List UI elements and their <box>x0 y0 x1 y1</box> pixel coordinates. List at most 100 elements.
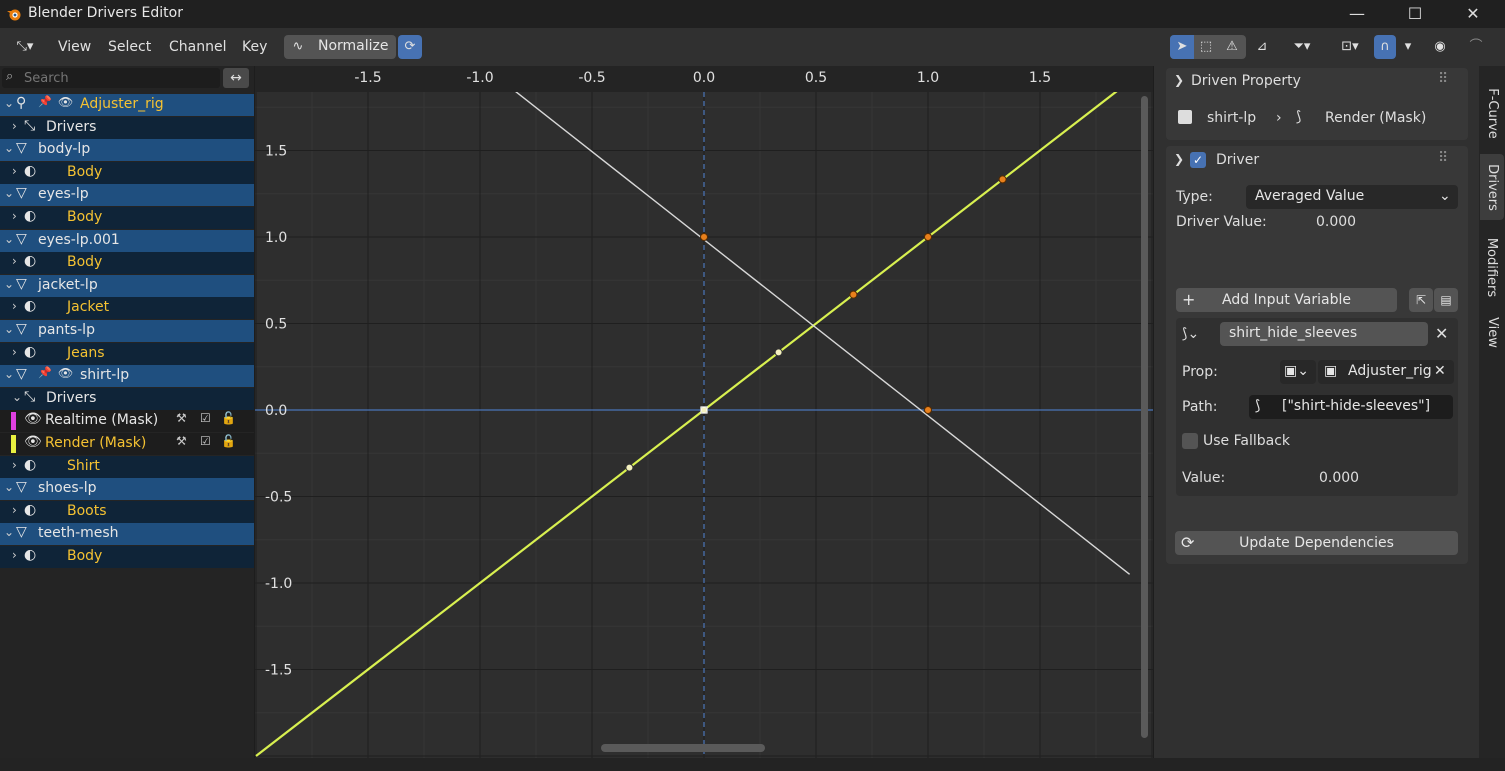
keyframe-point[interactable] <box>774 348 783 357</box>
chevron-down-icon[interactable]: ⌄ <box>4 186 14 200</box>
paste-variables-icon[interactable]: ▤ <box>1434 288 1458 312</box>
pin-icon[interactable]: 📌 <box>38 95 52 108</box>
channel-row[interactable]: ⌄ ▽ pants-lp <box>0 320 254 342</box>
id-type-select[interactable]: ▣⌄ <box>1280 360 1316 384</box>
channel-row[interactable]: › ◐ Shirt <box>0 455 254 478</box>
lock-icon[interactable]: 🔓 <box>221 411 236 425</box>
keyframe-point[interactable] <box>924 406 932 414</box>
channel-row[interactable]: › ◐ Jacket <box>0 297 254 320</box>
only-errors-icon[interactable]: ⚠ <box>1220 35 1244 59</box>
path-field[interactable]: ⟆ ["shirt-hide-sleeves"] <box>1249 395 1453 419</box>
wrench-icon[interactable]: ⚒ <box>176 434 187 448</box>
channel-row[interactable]: › ◐ Body <box>0 546 254 568</box>
keyframe-point[interactable] <box>625 463 634 472</box>
snapping-toggle[interactable]: ∩ <box>1374 35 1396 59</box>
menu-channel[interactable]: Channel <box>169 39 226 55</box>
clear-icon[interactable]: ✕ <box>1434 363 1446 379</box>
tab-view[interactable]: View <box>1480 312 1504 352</box>
chevron-down-icon[interactable]: ⌄ <box>4 367 14 381</box>
channel-row[interactable]: ⌄ ▽ shoes-lp <box>0 478 254 501</box>
channel-row[interactable]: 👁 Render (Mask) ⚒ ☑ 🔓 <box>0 433 254 455</box>
eye-icon[interactable]: 👁 <box>24 434 42 450</box>
chevron-right-icon[interactable]: › <box>12 345 17 359</box>
prop-target-field[interactable]: ▣ Adjuster_rig ✕ <box>1318 360 1454 384</box>
close-window-button[interactable]: ✕ <box>1453 2 1493 26</box>
tab-drivers[interactable]: Drivers <box>1480 154 1504 220</box>
tab-modifiers[interactable]: Modifiers <box>1480 228 1504 306</box>
channel-row[interactable]: › ◐ Body <box>0 207 254 229</box>
eye-icon[interactable]: 👁 <box>24 411 42 427</box>
chevron-down-icon[interactable]: ⌄ <box>4 141 14 155</box>
chevron-down-icon[interactable]: ⌄ <box>4 96 14 110</box>
channel-row[interactable]: ⌄ ▽ 📌 👁 shirt-lp <box>0 365 254 388</box>
auto-normalize-button[interactable]: ⟳ <box>398 35 422 59</box>
only-selected-icon[interactable]: ➤ <box>1170 35 1194 59</box>
search-input[interactable] <box>24 68 214 88</box>
pivot-point-icon[interactable]: ⊡▾ <box>1330 35 1370 59</box>
chevron-right-icon[interactable]: › <box>12 458 17 472</box>
channel-row[interactable]: 👁 Realtime (Mask) ⚒ ☑ 🔓 <box>0 410 254 433</box>
channel-row[interactable]: ⌄ ▽ jacket-lp <box>0 274 254 297</box>
chevron-down-icon[interactable]: ⌄ <box>4 322 14 336</box>
channel-row[interactable]: ⌄ ▽ teeth-mesh <box>0 523 254 546</box>
driver-enabled-checkbox[interactable]: ✓ <box>1190 152 1206 168</box>
snapping-menu-icon[interactable]: ▾ <box>1398 35 1418 59</box>
wrench-icon[interactable]: ⚒ <box>176 411 187 425</box>
channel-row[interactable]: ⌄ ▽ eyes-lp <box>0 184 254 207</box>
variable-name-field[interactable]: shirt_hide_sleeves <box>1220 322 1428 346</box>
editor-type-selector[interactable]: ⤡▾ <box>6 35 44 59</box>
variable-type-icon[interactable]: ⟆⌄ <box>1182 326 1199 342</box>
channel-row[interactable]: › ◐ Boots <box>0 500 254 523</box>
chevron-down-icon[interactable]: ⌄ <box>4 480 14 494</box>
falloff-icon[interactable]: ⌒ <box>1456 35 1496 59</box>
collapse-icon[interactable]: ❯ <box>1174 152 1184 166</box>
horizontal-scrollbar[interactable] <box>601 744 765 752</box>
graph-canvas[interactable]: 1.5 1.0 0.5 0.0 -0.5 -1.0 -1.5 <box>255 66 1153 758</box>
add-input-variable-button[interactable]: + Add Input Variable <box>1176 288 1397 312</box>
keyframe-point[interactable] <box>998 175 1007 184</box>
channel-row[interactable]: › ◐ Body <box>0 252 254 275</box>
chevron-down-icon[interactable]: ⌄ <box>12 390 22 404</box>
chevron-right-icon[interactable]: › <box>12 119 17 133</box>
show-hidden-icon[interactable]: ⬚ <box>1194 35 1218 59</box>
lock-icon[interactable]: 🔓 <box>221 434 236 448</box>
fcurve[interactable] <box>513 89 1131 575</box>
driven-property-header[interactable]: Driven Property <box>1191 73 1301 89</box>
channel-row[interactable]: ⌄ ⤡ Drivers <box>0 387 254 410</box>
keyframe-point[interactable] <box>700 233 708 241</box>
chevron-right-icon[interactable]: › <box>12 209 17 223</box>
proportional-edit-icon[interactable]: ◉ <box>1428 35 1452 59</box>
eye-icon[interactable]: 👁 <box>58 366 73 380</box>
checkbox-icon[interactable]: ☑ <box>200 411 211 425</box>
channel-row[interactable]: › ⤡ Drivers <box>0 116 254 139</box>
chevron-right-icon[interactable]: › <box>12 299 17 313</box>
eye-icon[interactable]: 👁 <box>58 95 73 109</box>
channel-row[interactable]: › ◐ Body <box>0 161 254 184</box>
channel-row[interactable]: › ◐ Jeans <box>0 342 254 365</box>
keyframe-point[interactable] <box>924 233 932 241</box>
chevron-right-icon[interactable]: › <box>12 503 17 517</box>
menu-view[interactable]: View <box>58 39 91 55</box>
normalize-toggle[interactable]: ∿ Normalize <box>284 35 396 59</box>
collapse-icon[interactable]: ❯ <box>1174 73 1184 87</box>
minimize-button[interactable]: — <box>1337 2 1377 26</box>
pin-icon[interactable]: 📌 <box>38 366 52 379</box>
remove-variable-icon[interactable]: ✕ <box>1435 324 1448 343</box>
show-handles-icon[interactable]: ⊿ <box>1250 35 1274 59</box>
checkbox-icon[interactable]: ☑ <box>200 434 211 448</box>
swap-icon[interactable]: ↔ <box>223 68 249 88</box>
menu-select[interactable]: Select <box>108 39 151 55</box>
chevron-right-icon[interactable]: › <box>12 548 17 562</box>
chevron-down-icon[interactable]: ⌄ <box>4 277 14 291</box>
driver-type-select[interactable]: Averaged Value ⌄ <box>1246 185 1458 209</box>
update-dependencies-button[interactable]: ⟳ Update Dependencies <box>1175 531 1458 555</box>
drag-handle-icon[interactable]: ⠿ <box>1438 71 1448 87</box>
chevron-down-icon[interactable]: ⌄ <box>4 525 14 539</box>
channel-row[interactable]: ⌄ ▽ eyes-lp.001 <box>0 229 254 252</box>
drag-handle-icon[interactable]: ⠿ <box>1438 150 1448 166</box>
chevron-right-icon[interactable]: › <box>12 254 17 268</box>
graph-area[interactable]: 1.5 1.0 0.5 0.0 -0.5 -1.0 -1.5 <box>255 66 1153 758</box>
chevron-down-icon[interactable]: ⌄ <box>4 232 14 246</box>
filter-icon[interactable]: ⏷▾ <box>1282 35 1322 59</box>
search-box[interactable]: ⌕ <box>2 68 220 88</box>
